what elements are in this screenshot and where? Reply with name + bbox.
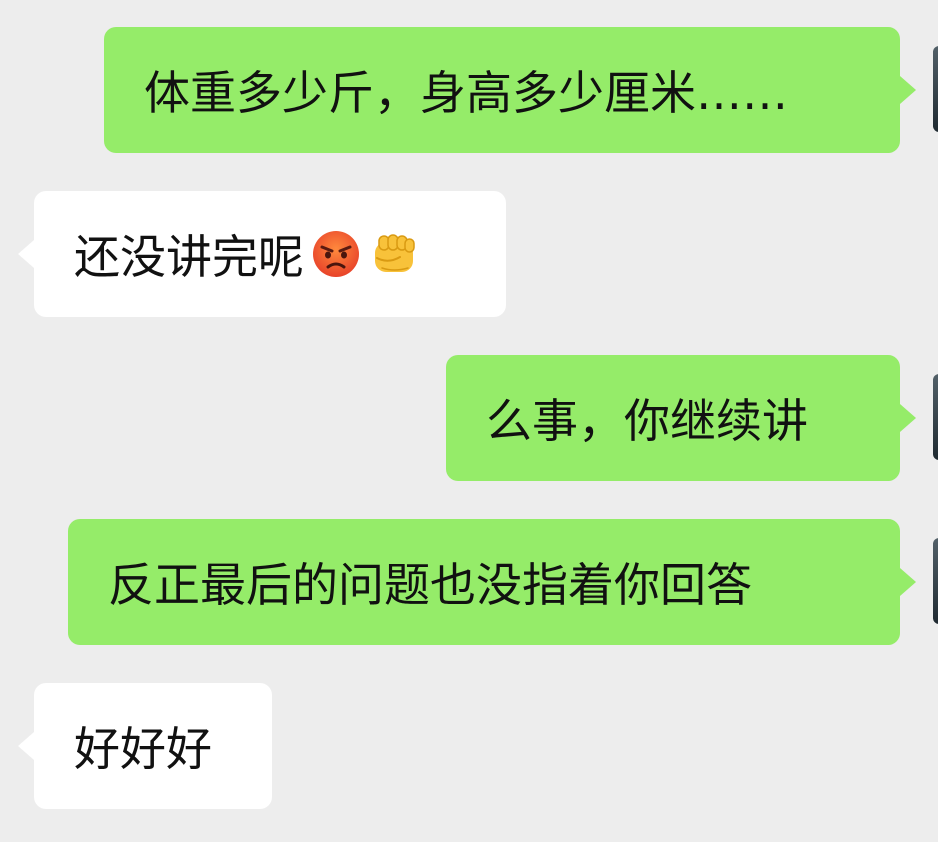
- fist-bump-icon: [368, 228, 420, 280]
- message-text: 反正最后的问题也没指着你回答: [108, 558, 752, 612]
- self-avatar[interactable]: [933, 46, 938, 132]
- angry-face-icon: [310, 228, 362, 280]
- sent-message-bubble[interactable]: 体重多少斤，身高多少厘米……: [104, 27, 916, 153]
- sent-message-bubble[interactable]: 反正最后的问题也没指着你回答: [68, 519, 916, 645]
- message-text: 体重多少斤，身高多少厘米……: [144, 66, 788, 120]
- message-text: 么事，你继续讲: [486, 394, 808, 448]
- message-text: 好好好: [74, 722, 212, 776]
- self-avatar[interactable]: [933, 374, 938, 460]
- sent-message-bubble[interactable]: 么事，你继续讲: [446, 355, 916, 481]
- received-message-bubble[interactable]: 好好好: [18, 683, 272, 809]
- received-message-bubble[interactable]: 还没讲完呢: [18, 191, 506, 317]
- message-text: 还没讲完呢: [74, 230, 304, 284]
- self-avatar[interactable]: [933, 538, 938, 624]
